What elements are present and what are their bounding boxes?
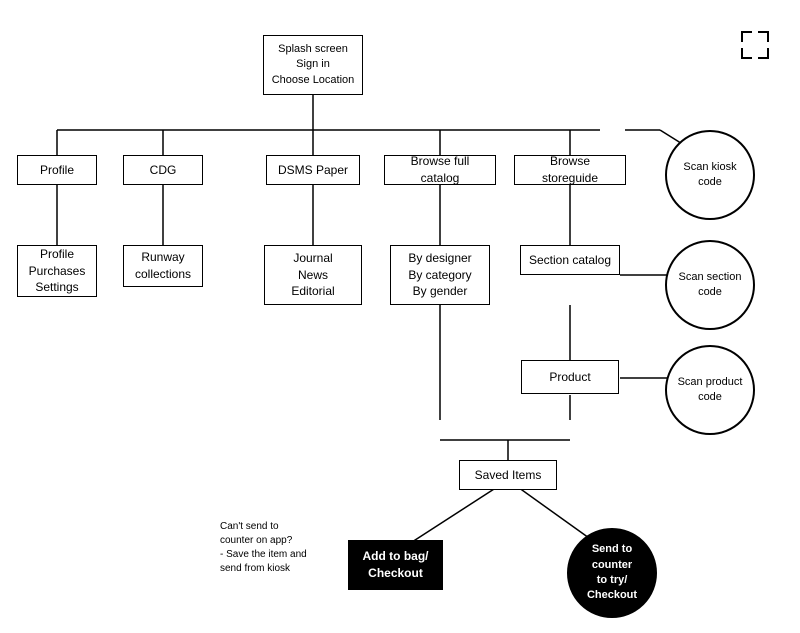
cant-send-note: Can't send to counter on app? - Save the… — [220, 520, 340, 576]
saved-items-label: Saved Items — [475, 467, 542, 484]
journal-node: Journal News Editorial — [264, 245, 362, 305]
send-to-counter-button[interactable]: Send to counter to try/ Checkout — [567, 528, 657, 618]
browse-catalog-label: Browse full catalog — [391, 153, 489, 187]
section-catalog-label: Section catalog — [529, 252, 611, 269]
splash-label: Splash screen Sign in Choose Location — [272, 42, 355, 88]
splash-node: Splash screen Sign in Choose Location — [263, 35, 363, 95]
flowchart-diagram: Splash screen Sign in Choose Location Pr… — [0, 0, 800, 633]
dsms-label: DSMS Paper — [278, 162, 348, 179]
scan-kiosk-node: Scan kiosk code — [665, 130, 755, 220]
scan-section-label: Scan section code — [671, 270, 749, 301]
cdg-label: CDG — [150, 162, 177, 179]
profile-node: Profile — [17, 155, 97, 185]
profile-label: Profile — [40, 162, 74, 179]
runway-node: Runway collections — [123, 245, 203, 287]
by-designer-label: By designer By category By gender — [408, 250, 471, 300]
bracket-icon — [740, 30, 770, 60]
add-to-bag-button[interactable]: Add to bag/ Checkout — [348, 540, 443, 590]
journal-label: Journal News Editorial — [291, 250, 334, 300]
add-to-bag-label: Add to bag/ Checkout — [363, 548, 429, 582]
scan-product-label: Scan product code — [671, 375, 749, 406]
scan-kiosk-label: Scan kiosk code — [671, 160, 749, 191]
browse-storeguide-node: Browse storeguide — [514, 155, 626, 185]
profile-sub-node: Profile Purchases Settings — [17, 245, 97, 297]
runway-label: Runway collections — [135, 249, 191, 283]
cant-send-label: Can't send to counter on app? - Save the… — [220, 521, 307, 574]
browse-storeguide-label: Browse storeguide — [521, 153, 619, 187]
scan-section-node: Scan section code — [665, 240, 755, 330]
product-node: Product — [521, 360, 619, 394]
dsms-node: DSMS Paper — [266, 155, 360, 185]
send-to-counter-label: Send to counter to try/ Checkout — [573, 542, 651, 604]
scan-product-node: Scan product code — [665, 345, 755, 435]
section-catalog-node: Section catalog — [520, 245, 620, 275]
product-label: Product — [549, 369, 590, 386]
profile-sub-label: Profile Purchases Settings — [29, 246, 86, 296]
by-designer-node: By designer By category By gender — [390, 245, 490, 305]
browse-catalog-node: Browse full catalog — [384, 155, 496, 185]
cdg-node: CDG — [123, 155, 203, 185]
saved-items-node: Saved Items — [459, 460, 557, 490]
